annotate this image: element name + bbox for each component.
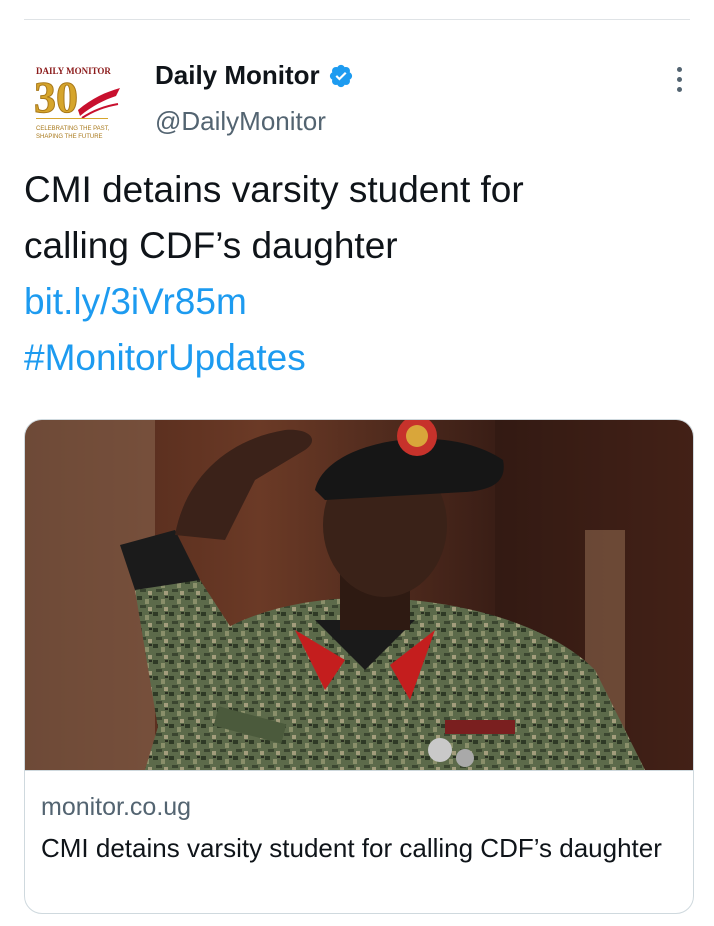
- card-body[interactable]: monitor.co.ug CMI detains varsity studen…: [25, 770, 693, 913]
- more-options-icon[interactable]: [662, 62, 696, 96]
- tweet-text: CMI detains varsity student for calling …: [24, 162, 684, 386]
- tweet-text-line-1: CMI detains varsity student for: [24, 169, 524, 210]
- author-handle[interactable]: @DailyMonitor: [155, 106, 326, 137]
- tweet-text-line-2: calling CDF’s daughter: [24, 225, 398, 266]
- tweet-hashtag[interactable]: #MonitorUpdates: [24, 330, 684, 386]
- daily-monitor-30-logo: DAILY MONITOR 30 CELEBRATING THE PAST, S…: [34, 66, 120, 140]
- avatar-number: 30: [34, 73, 78, 122]
- verified-badge-icon: [329, 64, 352, 87]
- card-image-officer-saluting[interactable]: [25, 420, 694, 770]
- more-dot: [676, 66, 682, 72]
- tweet-link[interactable]: bit.ly/3iVr85m: [24, 274, 684, 330]
- card-domain: monitor.co.ug: [41, 793, 192, 821]
- more-dot: [676, 86, 682, 92]
- avatar-tagline-2: SHAPING THE FUTURE: [36, 134, 103, 140]
- author-name[interactable]: Daily Monitor: [155, 60, 320, 91]
- avatar[interactable]: DAILY MONITOR 30 CELEBRATING THE PAST, S…: [22, 58, 124, 148]
- more-dot: [676, 76, 682, 82]
- card-title[interactable]: CMI detains varsity student for calling …: [41, 829, 671, 867]
- link-preview-card[interactable]: monitor.co.ug CMI detains varsity studen…: [24, 419, 694, 914]
- avatar-tagline-1: CELEBRATING THE PAST,: [36, 126, 110, 132]
- author-name-row[interactable]: Daily Monitor: [155, 60, 354, 91]
- top-divider: [24, 19, 690, 20]
